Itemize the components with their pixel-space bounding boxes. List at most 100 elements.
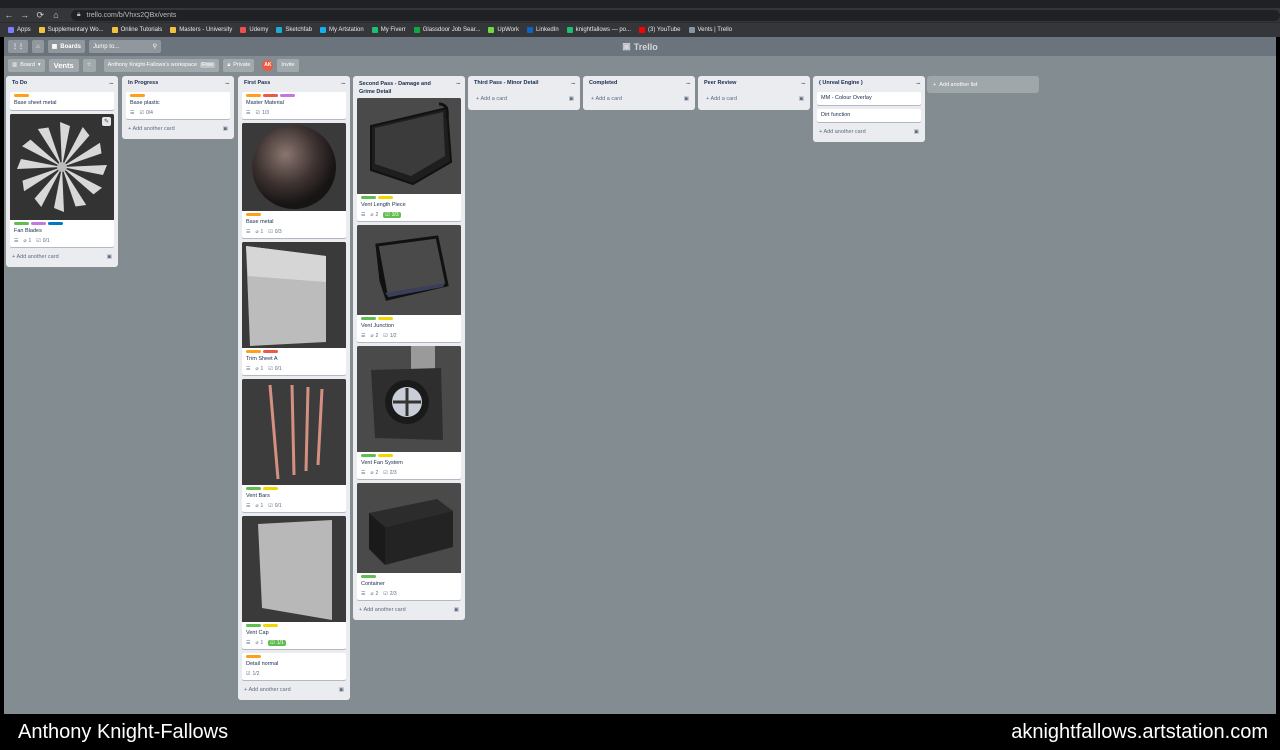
label-purple[interactable] [31, 222, 46, 225]
list-title[interactable]: Second Pass - Damage and Grime Detail [359, 81, 439, 96]
list-menu-icon[interactable]: ··· [916, 81, 921, 88]
home-button[interactable]: ⌂ [32, 40, 44, 53]
label-red[interactable] [263, 94, 278, 97]
star-button[interactable]: ☆ [82, 58, 96, 72]
reload-icon[interactable]: ⟳ [33, 8, 47, 22]
card[interactable]: Vent Bars ☰ ⌀ 1 ☑ 0/1 [242, 379, 346, 512]
back-icon[interactable]: ← [2, 8, 16, 22]
label-orange[interactable] [246, 350, 261, 353]
template-icon[interactable]: ▣ [684, 96, 689, 102]
list-menu-icon[interactable]: ··· [109, 81, 114, 88]
bookmark-item[interactable]: knightfallows — po... [566, 27, 631, 33]
list-title[interactable]: Third Pass - Minor Detail [474, 80, 554, 88]
list-title[interactable]: In Progress [128, 80, 208, 88]
bookmark-item[interactable]: UpWork [488, 27, 519, 33]
label-orange[interactable] [246, 213, 261, 216]
bookmark-item[interactable]: Vents | Trello [688, 27, 732, 33]
list-menu-icon[interactable]: ··· [225, 81, 230, 88]
label-yellow[interactable] [378, 317, 393, 320]
card[interactable]: Master Material ☰ ☑ 1/3 [242, 92, 346, 119]
list-header[interactable]: In Progress ··· [122, 76, 234, 92]
add-card-button[interactable]: + Add a card ▣ [468, 92, 580, 106]
label-green[interactable] [246, 624, 261, 627]
edit-card-icon[interactable]: ✎ [102, 117, 111, 126]
add-card-button[interactable]: + Add a card ▣ [583, 92, 695, 106]
card[interactable]: Vent Cap ☰ ⌀ 1 ☑ 1/1 [242, 516, 346, 649]
boards-button[interactable]: ▦ Boards [47, 40, 85, 53]
card[interactable]: Base sheet metal [10, 92, 114, 110]
label-blue[interactable] [48, 222, 63, 225]
list-header[interactable]: Third Pass - Minor Detail ··· [468, 76, 580, 92]
template-icon[interactable]: ▣ [569, 96, 574, 102]
bookmark-item[interactable]: LinkedIn [526, 27, 559, 33]
label-orange[interactable] [246, 94, 261, 97]
list-title[interactable]: ( Unreal Engine ) [819, 80, 899, 88]
template-icon[interactable]: ▣ [223, 126, 228, 132]
label-green[interactable] [246, 487, 261, 490]
label-purple[interactable] [280, 94, 295, 97]
bookmark-item[interactable]: My Artstation [320, 27, 364, 33]
list-header[interactable]: Peer Review ··· [698, 76, 810, 92]
list-title[interactable]: To Do [12, 80, 92, 88]
bookmark-item[interactable]: Glassdoor Job Sear... [413, 27, 480, 33]
list-menu-icon[interactable]: ··· [801, 81, 806, 88]
list-menu-icon[interactable]: ··· [456, 81, 461, 88]
card[interactable]: Container ☰ ⌀ 2 ☑ 2/3 [357, 483, 461, 600]
bookmark-item[interactable]: Sketchfab [276, 27, 312, 33]
avatar[interactable]: AK [262, 59, 274, 71]
card[interactable]: Base metal ☰ ⌀ 1 ☑ 0/3 [242, 123, 346, 238]
apps-grid-button[interactable]: ⋮⋮ [8, 40, 28, 53]
label-orange[interactable] [130, 94, 145, 97]
label-green[interactable] [361, 196, 376, 199]
template-icon[interactable]: ▣ [799, 96, 804, 102]
label-yellow[interactable] [263, 624, 278, 627]
card[interactable]: Vent Junction ☰ ⌀ 2 ☑ 1/2 [357, 225, 461, 342]
template-icon[interactable]: ▣ [454, 607, 459, 613]
forward-icon[interactable]: → [18, 8, 32, 22]
bookmark-item[interactable]: Supplementary Wo... [38, 27, 104, 33]
list-header[interactable]: To Do ··· [6, 76, 118, 92]
card[interactable]: Trim Sheet A ☰ ⌀ 1 ☑ 0/1 [242, 242, 346, 375]
label-green[interactable] [14, 222, 29, 225]
bookmark-item[interactable]: (3) YouTube [639, 27, 681, 33]
label-yellow[interactable] [378, 454, 393, 457]
bookmark-item[interactable]: Masters - University [170, 27, 232, 33]
trello-logo[interactable]: ▣ Trello [622, 41, 658, 52]
list-title[interactable]: Completed [589, 80, 669, 88]
add-card-button[interactable]: + Add another card ▣ [813, 126, 925, 138]
bookmark-item[interactable]: Online Tutorials [111, 27, 162, 33]
card[interactable]: Vent Fan System ☰ ⌀ 2 ☑ 2/3 [357, 346, 461, 479]
add-list-button[interactable]: + Add another list [927, 76, 1039, 93]
label-green[interactable] [361, 454, 376, 457]
list-menu-icon[interactable]: ··· [341, 81, 346, 88]
label-green[interactable] [361, 575, 376, 578]
bookmark-item[interactable]: My Fiverr [371, 27, 406, 33]
list-menu-icon[interactable]: ··· [571, 81, 576, 88]
label-orange[interactable] [14, 94, 29, 97]
label-green[interactable] [361, 317, 376, 320]
add-card-button[interactable]: + Add another card ▣ [6, 251, 118, 263]
board-name[interactable]: Vents [48, 58, 79, 72]
add-card-button[interactable]: + Add another card ▣ [353, 604, 465, 616]
label-red[interactable] [263, 350, 278, 353]
template-icon[interactable]: ▣ [914, 129, 919, 135]
list-title[interactable]: First Pass [244, 80, 324, 88]
list-title[interactable]: Peer Review [704, 80, 784, 88]
jump-to-search[interactable]: Jump to... ⚲ [88, 40, 161, 53]
list-header[interactable]: First Pass ··· [238, 76, 350, 92]
card[interactable]: MM - Colour Overlay [817, 92, 921, 105]
card[interactable]: Detail normal ☑ 1/2 [242, 653, 346, 680]
list-menu-icon[interactable]: ··· [686, 81, 691, 88]
list-header[interactable]: Second Pass - Damage and Grime Detail ··· [353, 76, 465, 98]
template-icon[interactable]: ▣ [339, 687, 344, 693]
card[interactable]: ✎ Fan Blades ☰ ⌀ 1 ☑ 0/1 [10, 114, 114, 247]
label-yellow[interactable] [263, 487, 278, 490]
add-card-button[interactable]: + Add another card ▣ [122, 123, 234, 135]
card[interactable]: Base plastic ☰ ☑ 0/4 [126, 92, 230, 119]
home-icon[interactable]: ⌂ [49, 8, 63, 22]
list-header[interactable]: ( Unreal Engine ) ··· [813, 76, 925, 92]
bookmark-item[interactable]: Udemy [240, 27, 268, 33]
url-field[interactable]: 🔒︎ trello.com/b/Vhxs2QBx/vents [70, 9, 1280, 21]
add-card-button[interactable]: + Add another card ▣ [238, 684, 350, 696]
invite-button[interactable]: Invite [277, 58, 299, 72]
